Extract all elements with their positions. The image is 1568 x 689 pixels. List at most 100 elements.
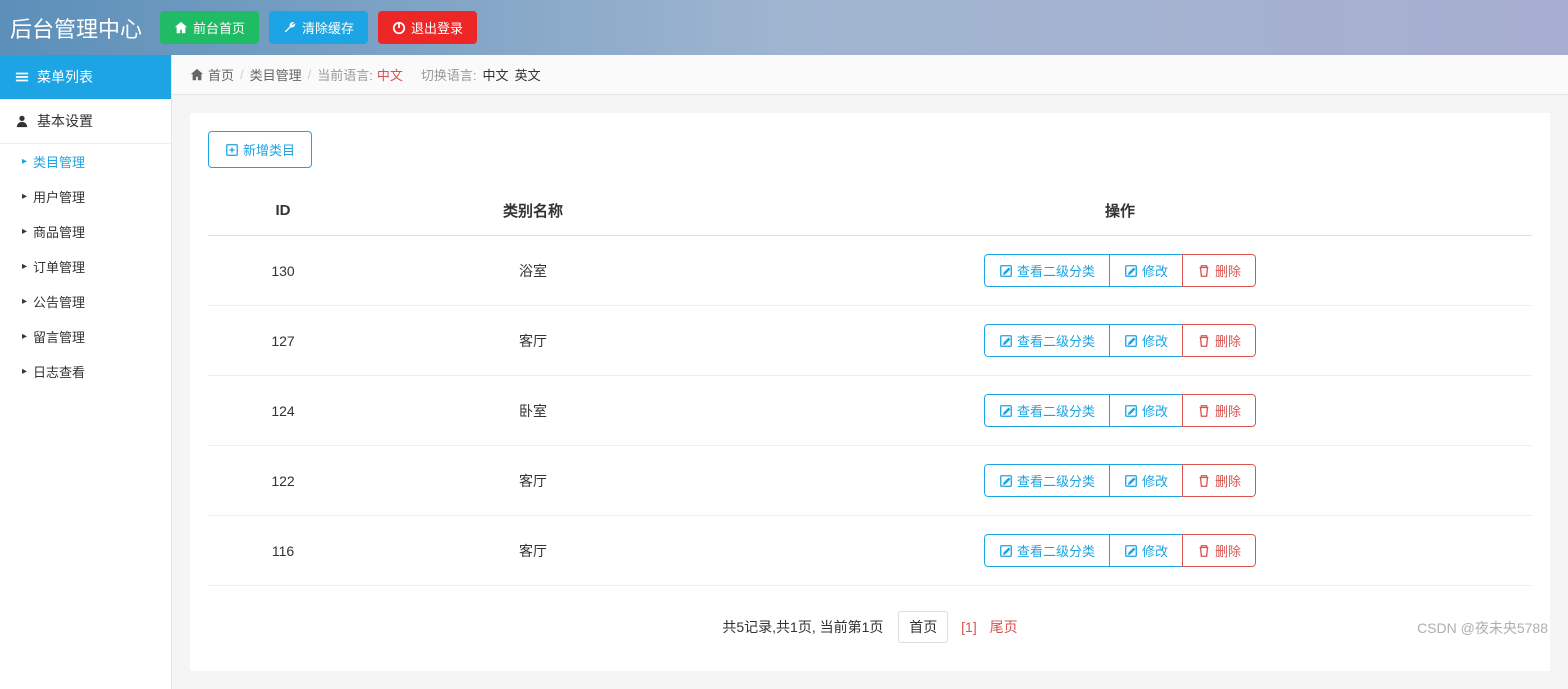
view-subcategory-button[interactable]: 查看二级分类 (984, 464, 1109, 497)
edit-icon (1124, 404, 1138, 418)
cell-ops: 查看二级分类修改删除 (708, 376, 1532, 446)
table-row: 122客厅查看二级分类修改删除 (208, 446, 1532, 516)
sidebar: 菜单列表 基本设置 ▸类目管理▸用户管理▸商品管理▸订单管理▸公告管理▸留言管理… (0, 55, 172, 689)
table-row: 130浴室查看二级分类修改删除 (208, 236, 1532, 306)
edit-button[interactable]: 修改 (1109, 254, 1182, 287)
pagination-first[interactable]: 首页 (898, 611, 948, 643)
user-icon (15, 114, 29, 128)
cell-id: 122 (208, 446, 358, 516)
cell-name: 卧室 (358, 376, 708, 446)
sidebar-item-label: 类目管理 (33, 152, 85, 171)
pagination-info: 共5记录,共1页, 当前第1页 (722, 619, 883, 635)
sidebar-item-0[interactable]: ▸ 类目管理 (0, 144, 171, 179)
caret-right-icon: ▸ (22, 366, 27, 377)
breadcrumb: 首页 / 类目管理 / 当前语言: 中文 切换语言: 中文 英文 (172, 55, 1568, 95)
header: 后台管理中心 前台首页 清除缓存 退出登录 (0, 0, 1568, 55)
delete-button[interactable]: 删除 (1182, 324, 1256, 357)
th-ops: 操作 (708, 186, 1532, 236)
edit-button[interactable]: 修改 (1109, 324, 1182, 357)
delete-button[interactable]: 删除 (1182, 534, 1256, 567)
wrench-icon (283, 21, 297, 35)
cell-name: 客厅 (358, 446, 708, 516)
add-category-label: 新增类目 (243, 140, 295, 159)
cell-name: 浴室 (358, 236, 708, 306)
view-subcategory-button[interactable]: 查看二级分类 (984, 534, 1109, 567)
trash-icon (1197, 334, 1211, 348)
breadcrumb-home[interactable]: 首页 (208, 65, 234, 84)
cell-ops: 查看二级分类修改删除 (708, 236, 1532, 306)
edit-icon (999, 334, 1013, 348)
edit-icon (1124, 334, 1138, 348)
cell-id: 127 (208, 306, 358, 376)
breadcrumb-sep: / (240, 67, 244, 82)
pagination: 共5记录,共1页, 当前第1页 首页 [1] 尾页 (208, 586, 1532, 653)
trash-icon (1197, 404, 1211, 418)
trash-icon (1197, 474, 1211, 488)
table-row: 124卧室查看二级分类修改删除 (208, 376, 1532, 446)
sidebar-item-label: 留言管理 (33, 327, 85, 346)
edit-icon (999, 474, 1013, 488)
sidebar-menu-header: 菜单列表 (0, 55, 171, 99)
frontend-home-label: 前台首页 (193, 18, 245, 37)
cell-id: 124 (208, 376, 358, 446)
cell-ops: 查看二级分类修改删除 (708, 306, 1532, 376)
delete-button[interactable]: 删除 (1182, 254, 1256, 287)
sidebar-item-6[interactable]: ▸ 日志查看 (0, 354, 171, 389)
plus-square-icon (225, 143, 239, 157)
edit-button[interactable]: 修改 (1109, 464, 1182, 497)
sidebar-item-2[interactable]: ▸ 商品管理 (0, 214, 171, 249)
edit-icon (1124, 544, 1138, 558)
category-table: ID 类别名称 操作 130浴室查看二级分类修改删除127客厅查看二级分类修改删… (208, 186, 1532, 586)
view-subcategory-button[interactable]: 查看二级分类 (984, 324, 1109, 357)
pagination-last[interactable]: 尾页 (990, 619, 1018, 635)
sidebar-item-5[interactable]: ▸留言管理 (0, 319, 171, 354)
switch-lang-label: 切换语言: (421, 65, 477, 84)
home-icon (174, 21, 188, 35)
clear-cache-label: 清除缓存 (302, 18, 354, 37)
lang-label: 当前语言: (317, 65, 373, 84)
view-subcategory-button[interactable]: 查看二级分类 (984, 394, 1109, 427)
delete-button[interactable]: 删除 (1182, 394, 1256, 427)
view-subcategory-button[interactable]: 查看二级分类 (984, 254, 1109, 287)
delete-button[interactable]: 删除 (1182, 464, 1256, 497)
sidebar-item-3[interactable]: ▸订单管理 (0, 249, 171, 284)
lang-link-zh[interactable]: 中文 (483, 65, 509, 84)
cell-ops: 查看二级分类修改删除 (708, 446, 1532, 516)
caret-right-icon: ▸ (22, 226, 27, 237)
pagination-current: [1] (961, 619, 977, 635)
sidebar-item-label: 订单管理 (33, 257, 85, 276)
caret-right-icon: ▸ (22, 156, 27, 167)
breadcrumb-current[interactable]: 类目管理 (250, 65, 302, 84)
cell-ops: 查看二级分类修改删除 (708, 516, 1532, 586)
home-icon (190, 68, 204, 82)
breadcrumb-sep: / (308, 67, 312, 82)
logout-label: 退出登录 (411, 18, 463, 37)
trash-icon (1197, 544, 1211, 558)
logout-button[interactable]: 退出登录 (378, 11, 477, 44)
sidebar-item-label: 日志查看 (33, 362, 85, 381)
sidebar-section[interactable]: 基本设置 (0, 99, 171, 144)
edit-button[interactable]: 修改 (1109, 394, 1182, 427)
caret-right-icon: ▸ (22, 296, 27, 307)
lang-link-en[interactable]: 英文 (515, 65, 541, 84)
edit-icon (1124, 474, 1138, 488)
app-title: 后台管理中心 (10, 12, 142, 44)
table-row: 116客厅查看二级分类修改删除 (208, 516, 1532, 586)
content-panel: 新增类目 ID 类别名称 操作 130浴室查看二级分类修改删除127客厅查看二级… (190, 113, 1550, 671)
th-id: ID (208, 186, 358, 236)
sidebar-item-label: 公告管理 (33, 292, 85, 311)
sidebar-item-label: 商品管理 (33, 222, 85, 241)
trash-icon (1197, 264, 1211, 278)
edit-button[interactable]: 修改 (1109, 534, 1182, 567)
clear-cache-button[interactable]: 清除缓存 (269, 11, 368, 44)
table-row: 127客厅查看二级分类修改删除 (208, 306, 1532, 376)
sidebar-menu-header-label: 菜单列表 (37, 67, 93, 87)
th-name: 类别名称 (358, 186, 708, 236)
frontend-home-button[interactable]: 前台首页 (160, 11, 259, 44)
caret-right-icon: ▸ (22, 191, 27, 202)
sidebar-item-label: 用户管理 (33, 187, 85, 206)
cell-id: 116 (208, 516, 358, 586)
sidebar-item-4[interactable]: ▸ 公告管理 (0, 284, 171, 319)
sidebar-item-1[interactable]: ▸ 用户管理 (0, 179, 171, 214)
add-category-button[interactable]: 新增类目 (208, 131, 312, 168)
